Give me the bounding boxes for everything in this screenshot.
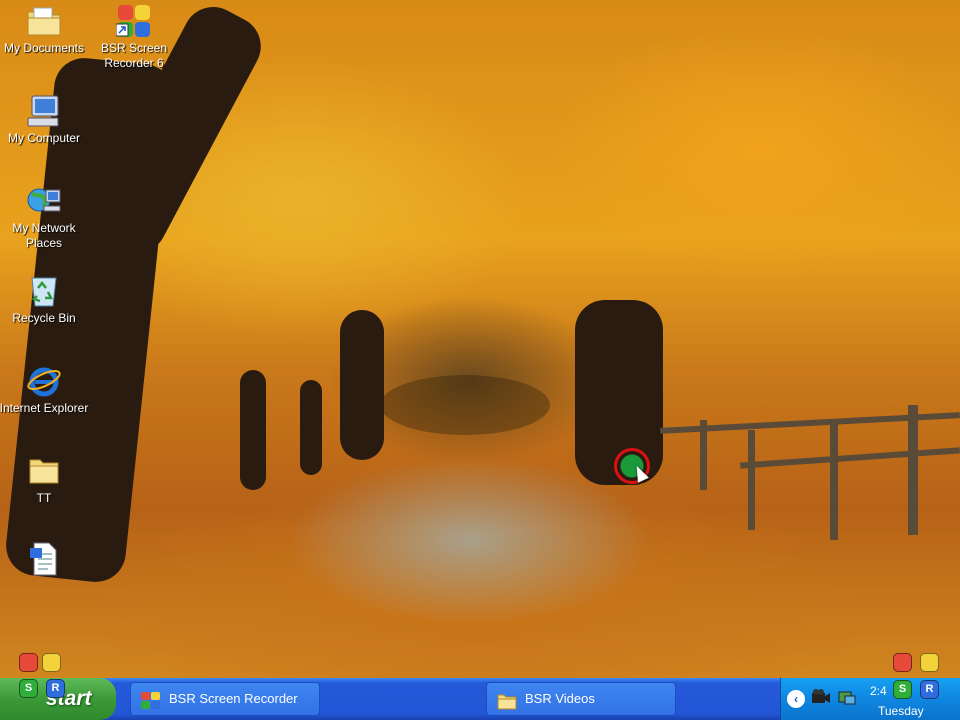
taskbar-button-label: BSR Screen Recorder: [169, 691, 298, 706]
bsr-recorder-icon: [115, 4, 152, 38]
taskbar-day: Tuesday: [878, 704, 924, 718]
taskbar-button-bsr-videos[interactable]: BSR Videos: [486, 682, 676, 716]
tree-trunk: [300, 380, 322, 475]
forest-shadow: [380, 375, 550, 435]
folder-icon: [497, 690, 517, 710]
icon-label: My Network Places: [12, 221, 76, 250]
folder-documents-icon: [26, 4, 62, 38]
fence-post: [700, 420, 707, 490]
network-tray-icon[interactable]: [837, 688, 857, 706]
tree-trunk: [240, 370, 266, 490]
taskbar-clock[interactable]: 2:4: [870, 684, 887, 698]
icon-label: My Documents: [3, 41, 85, 55]
desktop-icon-bsr-screen-recorder[interactable]: BSR Screen Recorder 6: [88, 4, 180, 71]
network-icon: [26, 184, 62, 218]
computer-icon: [26, 94, 62, 128]
desktop-icon-document[interactable]: [0, 542, 90, 579]
folder-icon: [26, 454, 62, 488]
taskbar: start BSR Screen Recorder BSR Videos ‹ S…: [0, 678, 960, 720]
fence-post: [830, 420, 838, 540]
fence-post: [748, 430, 755, 530]
desktop-icon-tt[interactable]: TT: [0, 454, 90, 506]
show-hidden-icons-button[interactable]: ‹: [787, 690, 805, 708]
icon-label: My Computer: [7, 131, 81, 145]
camera-tray-icon[interactable]: [811, 688, 831, 706]
taskbar-button-bsr-screen-recorder[interactable]: BSR Screen Recorder: [130, 682, 320, 716]
desktop-icon-my-documents[interactable]: My Documents: [0, 4, 90, 56]
bsr-recorder-icon: [141, 690, 161, 709]
internet-explorer-icon: [26, 364, 62, 398]
document-icon: [26, 542, 62, 576]
fence-post: [908, 405, 918, 535]
desktop-icon-recycle-bin[interactable]: Recycle Bin: [0, 274, 90, 326]
desktop-icon-my-network-places[interactable]: My Network Places: [0, 184, 90, 251]
bsr-overlay-badge-right: [893, 653, 939, 678]
bsr-overlay-badge-left: [19, 653, 61, 678]
fence-rail: [740, 447, 960, 469]
desktop-icon-my-computer[interactable]: My Computer: [0, 94, 90, 146]
icon-label: Internet Explorer: [0, 401, 89, 415]
recycle-bin-icon: [26, 274, 62, 308]
icon-label: TT: [36, 491, 52, 505]
icon-label: Recycle Bin: [12, 311, 76, 325]
desktop-icon-internet-explorer[interactable]: Internet Explorer: [0, 364, 90, 416]
desktop-wallpaper: My Documents BSR Screen Recorder 6 My Co…: [0, 0, 960, 678]
tree-trunk: [340, 310, 384, 460]
icon-label: BSR Screen Recorder 6: [100, 41, 168, 70]
taskbar-button-label: BSR Videos: [525, 691, 595, 706]
bsr-overlay-badge-start: S R: [19, 679, 65, 721]
